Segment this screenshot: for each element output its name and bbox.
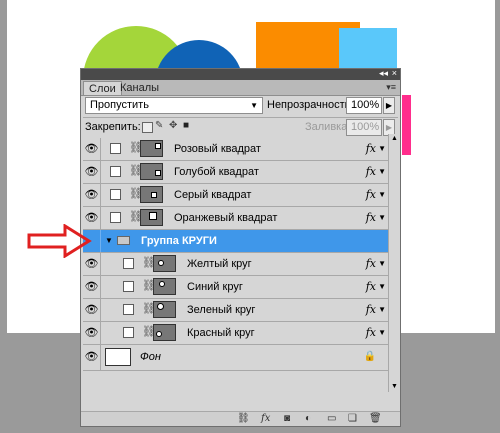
layer-checkbox[interactable] bbox=[110, 212, 121, 223]
layer-checkbox[interactable] bbox=[123, 304, 134, 315]
layer-thumbnail bbox=[153, 255, 176, 272]
panel-title-bar[interactable]: ◂◂ × bbox=[81, 68, 400, 80]
lock-move-icon[interactable]: ✥ bbox=[169, 120, 177, 131]
layer-row[interactable]: 👁 ⛓ Оранжевый квадрат fx ▼ bbox=[83, 207, 388, 230]
layer-checkbox[interactable] bbox=[123, 327, 134, 338]
tab-channels[interactable]: Каналы bbox=[115, 81, 164, 95]
annotation-arrow-icon bbox=[27, 224, 92, 258]
divider bbox=[83, 117, 398, 118]
panel-bottom-toolbar: ⛓ fx ◙ ◐ ▭ ❏ 🗑 bbox=[81, 411, 400, 426]
pink-square-shape bbox=[402, 95, 411, 155]
background-layer-row[interactable]: 👁 Фон 🔒 bbox=[83, 345, 388, 371]
chevron-down-icon[interactable]: ▼ bbox=[378, 299, 386, 321]
chevron-down-icon: ▼ bbox=[250, 101, 258, 110]
eye-icon[interactable]: 👁 bbox=[83, 345, 101, 370]
lock-transparent-icon[interactable] bbox=[142, 122, 153, 133]
eye-icon[interactable]: 👁 bbox=[83, 322, 101, 344]
fx-icon[interactable]: fx bbox=[366, 276, 376, 298]
adjustment-layer-icon[interactable]: ◐ bbox=[305, 413, 311, 424]
fill-label: Заливка: bbox=[305, 121, 351, 133]
fill-value: 100% bbox=[351, 121, 380, 133]
layer-name: Красный круг bbox=[187, 327, 255, 339]
chevron-down-icon[interactable]: ▼ bbox=[378, 138, 386, 160]
layer-row[interactable]: 👁 ⛓ Голубой квадрат fx ▼ bbox=[83, 161, 388, 184]
layer-checkbox[interactable] bbox=[110, 166, 121, 177]
layer-thumbnail bbox=[140, 186, 163, 203]
new-group-icon[interactable]: ▭ bbox=[327, 413, 336, 424]
lock-label: Закрепить: bbox=[85, 121, 141, 133]
layer-name: Оранжевый квадрат bbox=[174, 212, 278, 224]
panel-tabs: Слои Каналы ▾≡ bbox=[81, 80, 400, 96]
scroll-up-icon[interactable]: ▲ bbox=[389, 134, 400, 144]
layer-thumbnail bbox=[105, 348, 131, 366]
eye-icon[interactable]: 👁 bbox=[83, 276, 101, 298]
chevron-down-icon[interactable]: ▼ bbox=[378, 207, 386, 229]
eye-icon[interactable]: 👁 bbox=[83, 184, 101, 206]
blend-mode-value: Пропустить bbox=[90, 99, 149, 111]
chevron-down-icon[interactable]: ▼ bbox=[105, 230, 113, 252]
trash-icon[interactable]: 🗑 bbox=[369, 413, 382, 424]
opacity-value: 100% bbox=[351, 99, 380, 111]
layer-row[interactable]: 👁 ⛓ Желтый круг fx ▼ bbox=[83, 253, 388, 276]
fill-input[interactable]: 100% bbox=[346, 119, 382, 136]
chevron-down-icon[interactable]: ▼ bbox=[378, 161, 386, 183]
eye-icon[interactable]: 👁 bbox=[83, 161, 101, 183]
chevron-down-icon[interactable]: ▼ bbox=[378, 322, 386, 344]
eye-icon[interactable]: 👁 bbox=[83, 138, 101, 160]
fx-icon[interactable]: fx bbox=[366, 299, 376, 321]
opacity-arrow-button[interactable]: ▶ bbox=[383, 97, 395, 114]
layer-checkbox[interactable] bbox=[123, 258, 134, 269]
layer-group-row[interactable]: ▼ Группа КРУГИ bbox=[83, 230, 388, 253]
layer-name: Серый квадрат bbox=[174, 189, 252, 201]
layer-checkbox[interactable] bbox=[110, 189, 121, 200]
opacity-input[interactable]: 100% bbox=[346, 97, 382, 114]
layer-thumbnail bbox=[140, 163, 163, 180]
layer-thumbnail bbox=[153, 324, 176, 341]
scroll-down-icon[interactable]: ▼ bbox=[389, 382, 400, 392]
layer-checkbox[interactable] bbox=[110, 143, 121, 154]
link-layers-icon[interactable]: ⛓ bbox=[237, 413, 250, 424]
chevron-down-icon[interactable]: ▼ bbox=[378, 184, 386, 206]
layers-panel: ◂◂ × Слои Каналы ▾≡ Пропустить ▼ Непрозр… bbox=[80, 68, 401, 427]
layer-thumbnail bbox=[153, 301, 176, 318]
layer-name: Синий круг bbox=[187, 281, 243, 293]
layer-checkbox[interactable] bbox=[123, 281, 134, 292]
fx-icon[interactable]: fx bbox=[261, 413, 270, 424]
layer-name: Фон bbox=[140, 351, 161, 363]
close-icon[interactable]: × bbox=[392, 68, 397, 78]
lock-brush-icon[interactable]: ✎ bbox=[155, 120, 163, 131]
blend-mode-select[interactable]: Пропустить ▼ bbox=[85, 97, 263, 114]
chevron-down-icon[interactable]: ▼ bbox=[378, 276, 386, 298]
layer-row[interactable]: 👁 ⛓ Зеленый круг fx ▼ bbox=[83, 299, 388, 322]
layers-scrollbar[interactable]: ▲ ▼ bbox=[388, 134, 400, 392]
layer-thumbnail bbox=[140, 140, 163, 157]
fx-icon[interactable]: fx bbox=[366, 253, 376, 275]
layer-name: Голубой квадрат bbox=[174, 166, 259, 178]
fx-icon[interactable]: fx bbox=[366, 184, 376, 206]
fx-icon[interactable]: fx bbox=[366, 138, 376, 160]
layer-row[interactable]: 👁 ⛓ Розовый квадрат fx ▼ bbox=[83, 138, 388, 161]
layer-name: Зеленый круг bbox=[187, 304, 256, 316]
new-layer-icon[interactable]: ❏ bbox=[348, 413, 357, 424]
group-name: Группа КРУГИ bbox=[141, 235, 217, 247]
fx-icon[interactable]: fx bbox=[366, 322, 376, 344]
opacity-label: Непрозрачность: bbox=[267, 99, 354, 111]
layer-name: Розовый квадрат bbox=[174, 143, 261, 155]
chevron-down-icon[interactable]: ▼ bbox=[378, 253, 386, 275]
layer-row[interactable]: 👁 ⛓ Красный круг fx ▼ bbox=[83, 322, 388, 345]
layer-name: Желтый круг bbox=[187, 258, 252, 270]
collapse-icon[interactable]: ◂◂ bbox=[379, 68, 388, 79]
fx-icon[interactable]: fx bbox=[366, 161, 376, 183]
layer-thumbnail bbox=[153, 278, 176, 295]
layer-thumbnail bbox=[140, 209, 163, 226]
add-mask-icon[interactable]: ◙ bbox=[284, 413, 290, 424]
folder-icon bbox=[117, 236, 130, 245]
layer-row[interactable]: 👁 ⛓ Синий круг fx ▼ bbox=[83, 276, 388, 299]
fx-icon[interactable]: fx bbox=[366, 207, 376, 229]
lock-all-icon[interactable]: ■ bbox=[183, 120, 189, 131]
eye-icon[interactable]: 👁 bbox=[83, 299, 101, 321]
layer-row[interactable]: 👁 ⛓ Серый квадрат fx ▼ bbox=[83, 184, 388, 207]
lock-icon: 🔒 bbox=[363, 351, 376, 362]
panel-menu-icon[interactable]: ▾≡ bbox=[386, 82, 396, 93]
